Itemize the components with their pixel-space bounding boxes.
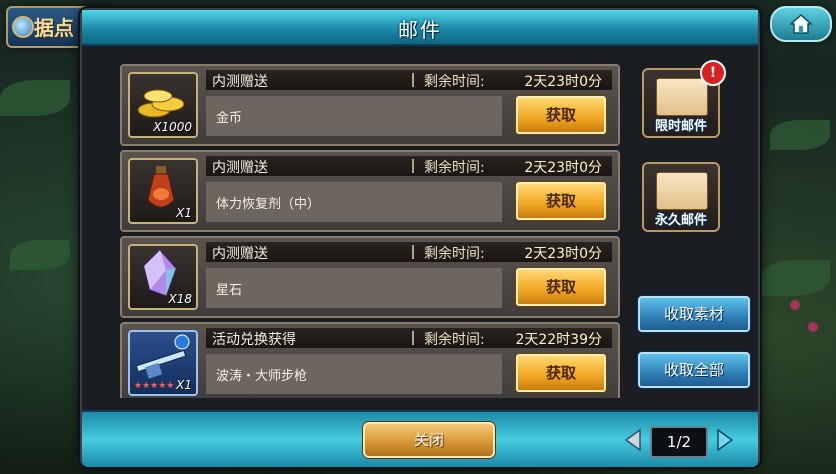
collect-materials-button[interactable]: 收取素材 [638, 296, 750, 332]
flower-decoration [790, 300, 800, 310]
mail-source: 内测赠送 [212, 160, 268, 176]
mail-card: X1 内测赠送 剩余时间: 2天23时0分 体力恢复剂（中） 获取 [120, 150, 620, 232]
mail-source: 内测赠送 [212, 246, 268, 262]
panel-titlebar: 邮件 [82, 10, 758, 46]
location-label: 据点 [34, 16, 74, 40]
home-button[interactable] [770, 6, 832, 42]
remaining-label: 剩余时间: [424, 74, 485, 90]
mail-body: 星石 [206, 268, 502, 308]
foliage-decoration [0, 80, 70, 116]
remaining-time: 2天23时0分 [524, 160, 602, 176]
rifle-icon: ★★★★★ X1 [128, 330, 198, 396]
item-name: 波涛・大师步枪 [216, 369, 308, 384]
remaining-label: 剩余时间: [424, 332, 485, 348]
envelope-icon [656, 78, 708, 116]
claim-button[interactable]: 获取 [516, 268, 606, 306]
tab-limited-mail[interactable]: 限时邮件 ! [642, 60, 726, 138]
divider [412, 159, 414, 173]
remaining-label: 剩余时间: [424, 246, 485, 262]
page-indicator: 1/2 [650, 426, 708, 458]
potion-icon: X1 [128, 158, 198, 224]
prev-page-icon[interactable] [622, 428, 644, 452]
item-quantity: X1 [176, 378, 192, 392]
remaining-time: 2天23时0分 [524, 246, 602, 262]
envelope-icon [656, 172, 708, 210]
coin-icon: X1000 [128, 72, 198, 138]
item-name: 金币 [216, 111, 243, 126]
divider [412, 73, 414, 87]
panel-footer: 关闭 1/2 [82, 410, 758, 467]
next-page-icon[interactable] [714, 428, 736, 452]
foliage-decoration [770, 120, 830, 150]
claim-button[interactable]: 获取 [516, 96, 606, 134]
collect-all-button[interactable]: 收取全部 [638, 352, 750, 388]
home-icon [790, 13, 812, 34]
mail-card: X1000 内测赠送 剩余时间: 2天23时0分 金币 获取 [120, 64, 620, 146]
svg-text:★★★★★: ★★★★★ [134, 381, 174, 390]
mail-body: 体力恢复剂（中） [206, 182, 502, 222]
tab-limited-label: 限时邮件 [654, 119, 707, 134]
crystal-icon: X18 [128, 244, 198, 310]
foliage-decoration [760, 260, 830, 296]
mail-header: 内测赠送 剩余时间: 2天23时0分 [206, 242, 612, 262]
item-name: 星石 [216, 283, 243, 298]
foliage-decoration [10, 240, 70, 270]
mail-header: 内测赠送 剩余时间: 2天23时0分 [206, 156, 612, 176]
claim-button[interactable]: 获取 [516, 354, 606, 392]
remaining-time: 2天23时0分 [524, 74, 602, 90]
mail-source: 活动兑换获得 [212, 332, 296, 348]
remaining-label: 剩余时间: [424, 160, 485, 176]
tab-permanent-mail[interactable]: 永久邮件 [642, 162, 720, 232]
divider [412, 245, 414, 259]
mail-body: 金币 [206, 96, 502, 136]
mail-card: ★★★★★ X1 活动兑换获得 剩余时间: 2天22时39分 波涛・大师步枪 获… [120, 322, 620, 398]
mail-panel: 邮件 X1000 内测赠送 剩余时间: 2天23时0分 金币 获取 X1 内测赠… [80, 8, 760, 467]
item-name: 体力恢复剂（中） [216, 197, 321, 212]
mail-body: 波涛・大师步枪 [206, 354, 502, 394]
panel-title: 邮件 [398, 18, 442, 42]
divider [412, 331, 414, 345]
remaining-time: 2天22时39分 [515, 332, 602, 348]
item-quantity: X1 [176, 206, 192, 220]
claim-button[interactable]: 获取 [516, 182, 606, 220]
close-button[interactable]: 关闭 [363, 422, 495, 458]
flower-decoration [808, 322, 818, 332]
mail-list[interactable]: X1000 内测赠送 剩余时间: 2天23时0分 金币 获取 X1 内测赠送 剩… [120, 62, 620, 398]
tab-permanent-label: 永久邮件 [654, 213, 707, 228]
mail-header: 内测赠送 剩余时间: 2天23时0分 [206, 70, 612, 90]
item-quantity: X18 [168, 292, 193, 306]
item-quantity: X1000 [153, 120, 192, 134]
mail-source: 内测赠送 [212, 74, 268, 90]
mail-header: 活动兑换获得 剩余时间: 2天22时39分 [206, 328, 612, 348]
gem-icon [12, 16, 34, 38]
mail-card: X18 内测赠送 剩余时间: 2天23时0分 星石 获取 [120, 236, 620, 318]
notification-badge: ! [700, 60, 726, 86]
